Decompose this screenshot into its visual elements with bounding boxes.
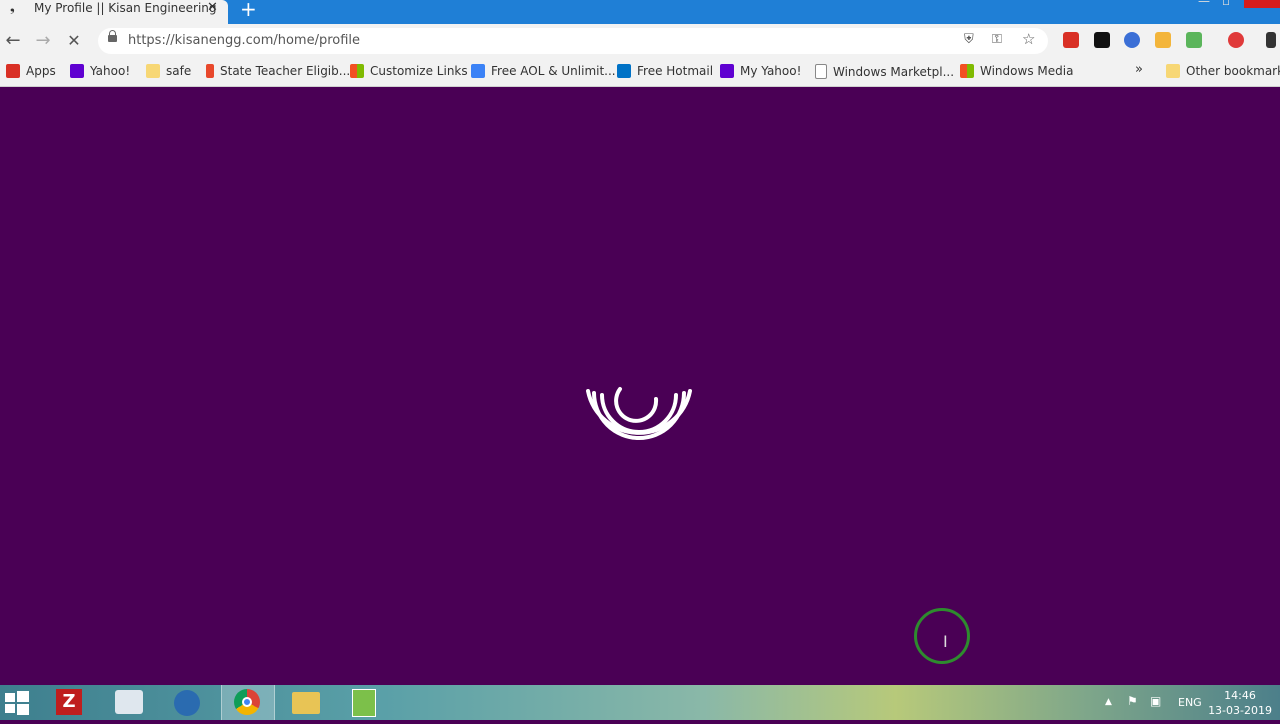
tab-title: My Profile || Kisan Engineering xyxy=(34,1,217,15)
taskbar-file-explorer[interactable] xyxy=(280,685,332,720)
action-center-flag-icon[interactable]: ⚑ xyxy=(1127,694,1138,708)
taskbar-media-player[interactable] xyxy=(162,685,214,720)
bookmarks-more-button[interactable]: » xyxy=(1135,62,1143,77)
bookmark-customize-links[interactable]: Customize Links xyxy=(350,64,468,78)
bookmark-apps[interactable]: Apps xyxy=(6,64,56,78)
bookmark-star-icon[interactable]: ☆ xyxy=(1022,30,1035,48)
key-icon[interactable]: ⚿ xyxy=(992,32,1002,47)
folder-icon xyxy=(146,64,160,78)
taskbar-notepad[interactable] xyxy=(338,685,390,720)
windows-taskbar: Z ▲ ⚑ ▣ ENG 14:46 13-03-2019 xyxy=(0,685,1280,720)
spreadsheet-icon xyxy=(352,689,376,717)
bookmark-free-aol[interactable]: Free AOL & Unlimit... xyxy=(471,64,616,78)
browser-toolbar: ← → ✕ https://kisanengg.com/home/profile… xyxy=(0,24,1280,58)
yahoo-icon xyxy=(720,64,734,78)
address-bar[interactable]: https://kisanengg.com/home/profile ⛨ ⚿ ☆ xyxy=(98,28,1048,54)
text-cursor-icon: I xyxy=(943,632,948,651)
bookmarks-bar: Apps Yahoo! safe State Teacher Eligib...… xyxy=(0,58,1280,87)
loading-spinner-icon xyxy=(586,387,692,440)
cursor-highlight-ring xyxy=(914,608,970,664)
stop-loading-icon[interactable]: ✕ xyxy=(61,28,87,54)
media-player-icon xyxy=(174,690,200,716)
start-button[interactable] xyxy=(0,685,34,720)
bookmark-free-hotmail[interactable]: Free Hotmail xyxy=(617,64,713,78)
tab-my-profile[interactable]: ❟ My Profile || Kisan Engineering ✕ xyxy=(0,0,228,24)
tab-close-icon[interactable]: ✕ xyxy=(207,0,218,15)
network-icon[interactable]: ▣ xyxy=(1150,694,1161,708)
close-window-button[interactable] xyxy=(1244,0,1280,8)
windows-icon xyxy=(350,64,364,78)
windows-icon xyxy=(960,64,974,78)
forward-arrow-icon[interactable]: → xyxy=(30,28,56,54)
taskbar-chrome[interactable] xyxy=(221,685,275,720)
url-text[interactable]: https://kisanengg.com/home/profile xyxy=(128,33,360,48)
menu-icon[interactable] xyxy=(1266,32,1276,48)
bookmark-windows-marketplace[interactable]: Windows Marketpl... xyxy=(815,64,954,79)
back-arrow-icon[interactable]: ← xyxy=(0,28,26,54)
tray-expand-icon[interactable]: ▲ xyxy=(1105,697,1112,707)
bookmark-yahoo[interactable]: Yahoo! xyxy=(70,64,130,78)
windows-start-icon xyxy=(5,691,29,715)
shield-icon[interactable]: ⛨ xyxy=(964,32,974,47)
extension-help-icon[interactable] xyxy=(1186,32,1202,48)
loading-favicon-icon: ❟ xyxy=(10,0,15,14)
clock-time: 14:46 xyxy=(1224,689,1256,702)
tab-strip: ❟ My Profile || Kisan Engineering ✕ + — … xyxy=(0,0,1280,24)
bookmark-windows-media[interactable]: Windows Media xyxy=(960,64,1073,78)
pin-icon xyxy=(206,64,214,78)
taskbar-contacts[interactable] xyxy=(103,685,155,720)
new-tab-button[interactable]: + xyxy=(240,0,257,21)
extension-lips-icon[interactable] xyxy=(1228,32,1244,48)
extension-black-icon[interactable] xyxy=(1094,32,1110,48)
yahoo-icon xyxy=(70,64,84,78)
system-clock[interactable]: 14:46 13-03-2019 xyxy=(1208,688,1272,718)
extension-red-icon[interactable] xyxy=(1063,32,1079,48)
minimize-icon[interactable]: — xyxy=(1198,0,1210,8)
folder-icon xyxy=(292,692,320,714)
aol-icon xyxy=(471,64,485,78)
bookmark-state-teacher[interactable]: State Teacher Eligib... xyxy=(206,64,350,78)
bookmark-safe[interactable]: safe xyxy=(146,64,191,78)
chrome-icon xyxy=(234,689,260,715)
extension-blue-icon[interactable] xyxy=(1124,32,1140,48)
page-icon xyxy=(815,64,827,79)
outlook-icon xyxy=(617,64,631,78)
language-indicator[interactable]: ENG xyxy=(1178,696,1202,709)
taskbar-filezilla[interactable]: Z xyxy=(44,685,96,720)
extension-orange-icon[interactable] xyxy=(1155,32,1171,48)
bookmark-my-yahoo[interactable]: My Yahoo! xyxy=(720,64,801,78)
apps-icon xyxy=(6,64,20,78)
contacts-icon xyxy=(115,690,143,714)
maximize-icon[interactable]: ▫ xyxy=(1222,0,1230,8)
lock-icon xyxy=(108,30,117,42)
filezilla-icon: Z xyxy=(56,689,82,715)
clock-date: 13-03-2019 xyxy=(1208,704,1272,717)
other-bookmarks[interactable]: Other bookmarks xyxy=(1166,64,1280,78)
folder-icon xyxy=(1166,64,1180,78)
